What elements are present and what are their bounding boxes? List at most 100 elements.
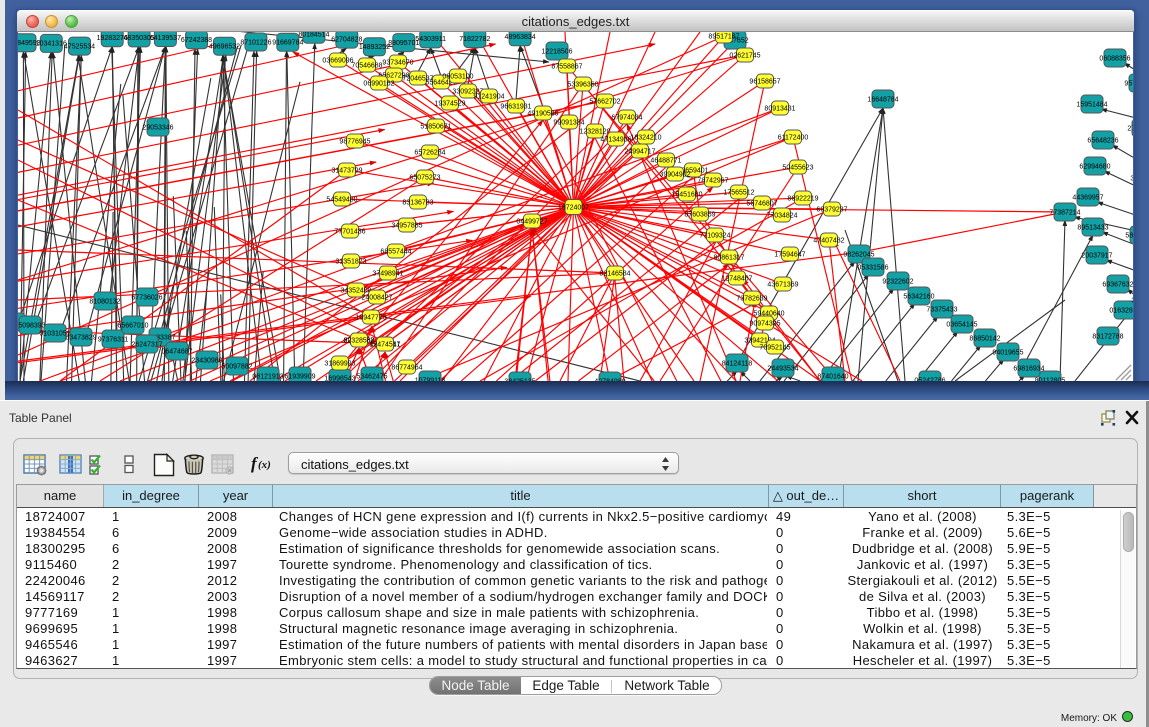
svg-text:98262045: 98262045 — [843, 251, 874, 258]
svg-text:86774964: 86774964 — [391, 364, 422, 371]
svg-text:65075273: 65075273 — [409, 174, 440, 181]
svg-text:17594647: 17594647 — [774, 251, 805, 258]
svg-text:50097882: 50097882 — [221, 363, 252, 370]
svg-text:34714345: 34714345 — [1130, 175, 1133, 182]
svg-text:93734670: 93734670 — [382, 59, 413, 66]
svg-text:65726284: 65726284 — [414, 149, 445, 156]
svg-text:02621745: 02621745 — [729, 52, 760, 59]
svg-text:26247317: 26247317 — [131, 341, 162, 348]
svg-text:83136783: 83136783 — [402, 199, 433, 206]
svg-text:58122362: 58122362 — [1125, 232, 1133, 239]
svg-text:39904902: 39904902 — [659, 171, 690, 178]
svg-text:89517187: 89517187 — [708, 33, 739, 40]
svg-text:87558867: 87558867 — [551, 63, 582, 70]
svg-text:86850142: 86850142 — [969, 335, 1000, 342]
svg-text:31665876: 31665876 — [1131, 297, 1133, 304]
svg-text:80184514: 80184514 — [298, 32, 329, 39]
svg-text:91669784: 91669784 — [272, 40, 303, 47]
svg-text:24994717: 24994717 — [624, 148, 655, 155]
svg-text:27743487: 27743487 — [1127, 125, 1133, 132]
svg-text:44369957: 44369957 — [1072, 194, 1103, 201]
svg-text:34957885: 34957885 — [391, 222, 422, 229]
svg-text:37498941: 37498941 — [372, 270, 403, 277]
svg-text:08121913: 08121913 — [252, 373, 283, 380]
svg-text:(x): (x) — [258, 459, 271, 471]
svg-text:95798687: 95798687 — [1124, 80, 1133, 87]
svg-text:64139537: 64139537 — [150, 35, 181, 42]
svg-text:06990162: 06990162 — [363, 80, 394, 87]
svg-text:12328120: 12328120 — [579, 128, 610, 135]
svg-text:82146584: 82146584 — [599, 270, 630, 277]
svg-text:18724007: 18724007 — [558, 204, 589, 211]
svg-text:57662702: 57662702 — [589, 98, 620, 105]
svg-text:77387214: 77387214 — [1049, 209, 1080, 216]
svg-text:17565512: 17565512 — [723, 189, 754, 196]
svg-text:96631931: 96631931 — [500, 103, 531, 110]
svg-text:04499727: 04499727 — [516, 218, 547, 225]
svg-text:87101226: 87101226 — [240, 39, 271, 46]
svg-text:77109324: 77109324 — [699, 232, 730, 239]
svg-text:29053346: 29053346 — [142, 124, 173, 131]
svg-text:42474517: 42474517 — [369, 341, 400, 348]
svg-text:73782639: 73782639 — [736, 295, 767, 302]
svg-text:65648236: 65648236 — [1087, 137, 1118, 144]
svg-text:47134936: 47134936 — [600, 136, 631, 143]
svg-text:94019655: 94019655 — [992, 349, 1023, 356]
svg-text:47525534: 47525534 — [64, 43, 95, 50]
svg-text:20037917: 20037917 — [1081, 252, 1112, 259]
svg-text:65667010: 65667010 — [117, 322, 148, 329]
svg-text:51850671: 51850671 — [420, 123, 451, 130]
svg-text:80913431: 80913431 — [764, 105, 795, 112]
svg-text:06474687: 06474687 — [161, 348, 192, 355]
svg-text:49696532: 49696532 — [209, 44, 240, 51]
svg-text:81080132: 81080132 — [89, 298, 120, 305]
svg-text:87401640: 87401640 — [817, 373, 848, 380]
svg-text:68557444: 68557444 — [380, 248, 411, 255]
svg-text:67974034: 67974034 — [611, 114, 642, 121]
svg-text:24008427: 24008427 — [361, 294, 392, 301]
svg-text:83172788: 83172788 — [1092, 333, 1123, 340]
svg-text:77034824: 77034824 — [766, 212, 797, 219]
svg-text:50455623: 50455623 — [782, 164, 813, 171]
svg-text:54303911: 54303911 — [415, 36, 446, 43]
svg-text:70952145: 70952145 — [759, 344, 790, 351]
svg-text:73375433: 73375433 — [926, 306, 957, 313]
svg-text:53396360: 53396360 — [567, 81, 598, 88]
svg-text:83473829: 83473829 — [65, 334, 96, 341]
svg-text:90974395: 90974395 — [749, 320, 780, 327]
svg-text:15451680: 15451680 — [671, 191, 702, 198]
svg-text:31869993: 31869993 — [324, 360, 355, 367]
svg-text:53462475: 53462475 — [356, 373, 387, 380]
svg-text:84124118: 84124118 — [722, 360, 753, 367]
svg-text:69367632: 69367632 — [1102, 281, 1133, 288]
svg-text:19374529: 19374529 — [434, 100, 465, 107]
svg-text:08053100: 08053100 — [442, 73, 473, 80]
svg-text:46488771: 46488771 — [650, 157, 681, 164]
svg-text:86922219: 86922219 — [787, 195, 818, 202]
svg-text:71822782: 71822782 — [459, 36, 490, 43]
svg-text:69379237: 69379237 — [816, 206, 847, 213]
svg-text:01632870: 01632870 — [1109, 307, 1133, 314]
svg-text:89513433: 89513433 — [1077, 224, 1108, 231]
svg-text:80861317: 80861317 — [713, 254, 744, 261]
svg-text:99091334: 99091334 — [553, 119, 584, 126]
svg-text:97376311: 97376311 — [98, 336, 129, 343]
svg-text:61172400: 61172400 — [778, 134, 809, 141]
svg-text:16648784: 16648784 — [867, 96, 898, 103]
svg-text:69816934: 69816934 — [1013, 365, 1044, 372]
svg-text:77701436: 77701436 — [334, 228, 365, 235]
svg-text:54549480: 54549480 — [326, 196, 357, 203]
svg-text:96158657: 96158657 — [749, 78, 780, 85]
svg-text:67736026: 67736026 — [131, 294, 162, 301]
svg-text:15951484: 15951484 — [1076, 101, 1107, 108]
svg-text:06088356: 06088356 — [1099, 55, 1130, 62]
svg-text:92322602: 92322602 — [882, 278, 913, 285]
svg-text:34352408: 34352408 — [340, 287, 371, 294]
svg-text:48963834: 48963834 — [505, 34, 536, 41]
svg-text:14893252: 14893252 — [359, 44, 390, 51]
svg-text:70546688: 70546688 — [351, 62, 382, 69]
svg-text:67242388: 67242388 — [181, 37, 212, 44]
svg-text:03654145: 03654145 — [946, 321, 977, 328]
svg-text:12218506: 12218506 — [541, 48, 572, 55]
svg-text:10947775: 10947775 — [355, 314, 386, 321]
